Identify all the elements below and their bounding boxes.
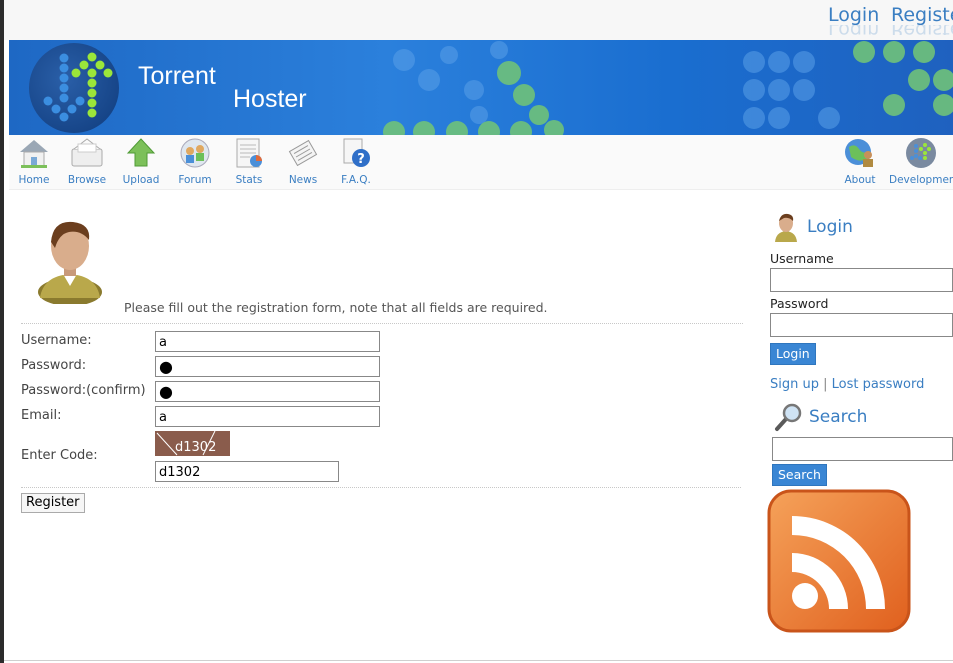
- top-login-reflection-text: Login: [828, 25, 879, 35]
- page-bottom-divider: [4, 660, 953, 661]
- top-register-reflection-text: Registe: [891, 25, 953, 35]
- development-icon: [906, 138, 936, 168]
- toolbar-about-label: About: [844, 174, 876, 186]
- sidebar-login-title: Login: [807, 217, 853, 237]
- code-input[interactable]: d1302: [155, 461, 339, 482]
- toolbar-stats[interactable]: Stats: [231, 137, 267, 186]
- sidebar-search-button[interactable]: Search: [772, 464, 827, 486]
- password-mask: ●: [159, 357, 173, 376]
- sidebar-password-label: Password: [770, 296, 829, 311]
- logo-arrow-icon: [43, 52, 113, 122]
- top-login-label: Login: [828, 4, 880, 26]
- top-register-label: Registe: [891, 4, 953, 26]
- toolbar-forum[interactable]: Forum: [176, 137, 214, 186]
- code-label: Enter Code:: [21, 448, 98, 463]
- top-login-link[interactable]: Login Login: [828, 4, 880, 35]
- site-logo[interactable]: [29, 43, 119, 133]
- top-register-reflection: Registe: [891, 25, 953, 35]
- password-label: Password:: [21, 358, 87, 373]
- faq-icon: ?: [343, 138, 370, 167]
- email-input[interactable]: a: [155, 406, 380, 427]
- toolbar-development[interactable]: Development: [889, 137, 953, 186]
- form-divider-bottom: [21, 487, 741, 488]
- captcha-text: d1302: [175, 440, 217, 455]
- top-register-link[interactable]: Registe Registe: [891, 4, 953, 35]
- toolbar-forum-label: Forum: [178, 174, 212, 186]
- top-nav: Login Login Registe Registe: [4, 0, 953, 40]
- about-icon: [845, 139, 873, 167]
- toolbar-home-label: Home: [18, 174, 50, 186]
- toolbar-browse-label: Browse: [67, 174, 107, 186]
- email-label: Email:: [21, 408, 62, 423]
- sidebar-username-input[interactable]: [770, 268, 953, 292]
- sidebar-password-input[interactable]: [770, 313, 953, 337]
- toolbar-faq-label: F.A.Q.: [341, 174, 371, 186]
- sidebar-account-links: Sign up | Lost password: [770, 377, 924, 392]
- stats-icon: [236, 138, 262, 168]
- toolbar-upload[interactable]: Upload: [121, 137, 161, 186]
- lost-password-link[interactable]: Lost password: [832, 377, 925, 392]
- toolbar-home[interactable]: Home: [16, 137, 52, 186]
- username-input[interactable]: a: [155, 331, 380, 352]
- toolbar-faq[interactable]: ? F.A.Q.: [339, 137, 373, 186]
- browse-icon: [71, 138, 103, 167]
- sidebar-login-button[interactable]: Login: [770, 343, 816, 365]
- password-confirm-mask: ●: [159, 382, 173, 401]
- rss-feed-icon[interactable]: [767, 489, 911, 633]
- main-toolbar: Home Browse Upload Forum Stats News ? F.…: [9, 135, 953, 190]
- toolbar-upload-label: Upload: [122, 174, 160, 186]
- captcha-image: d1302: [155, 431, 230, 456]
- sidebar-username-label: Username: [770, 251, 834, 266]
- toolbar-news[interactable]: News: [286, 137, 320, 186]
- password-input[interactable]: ●: [155, 356, 380, 377]
- toolbar-development-label: Development: [889, 174, 953, 186]
- login-user-icon: [775, 213, 797, 242]
- registration-intro: Please fill out the registration form, n…: [124, 300, 548, 315]
- links-separator: |: [823, 377, 828, 392]
- window-edge: [0, 0, 4, 663]
- toolbar-news-label: News: [288, 174, 318, 186]
- toolbar-about[interactable]: About: [839, 137, 881, 186]
- username-label: Username:: [21, 333, 92, 348]
- search-icon: [775, 403, 802, 431]
- password-confirm-label: Password:(confirm): [21, 383, 146, 398]
- forum-icon: [180, 138, 210, 168]
- form-divider-top: [21, 323, 743, 324]
- password-confirm-input[interactable]: ●: [155, 381, 380, 402]
- home-icon: [20, 140, 48, 168]
- site-banner: Torrent Hoster: [9, 40, 953, 135]
- brand-line-1: Torrent: [138, 62, 216, 90]
- top-login-reflection: Login: [828, 25, 879, 35]
- register-button[interactable]: Register: [21, 493, 85, 513]
- news-icon: [288, 139, 318, 167]
- brand-line-2: Hoster: [233, 85, 307, 113]
- sidebar-search-input[interactable]: [772, 437, 953, 461]
- signup-link[interactable]: Sign up: [770, 377, 819, 392]
- toolbar-stats-label: Stats: [235, 174, 263, 186]
- svg-text:?: ?: [357, 152, 365, 167]
- user-avatar-icon: [38, 221, 102, 304]
- toolbar-browse[interactable]: Browse: [67, 137, 107, 186]
- sidebar-search-title: Search: [809, 407, 868, 427]
- upload-icon: [126, 138, 156, 167]
